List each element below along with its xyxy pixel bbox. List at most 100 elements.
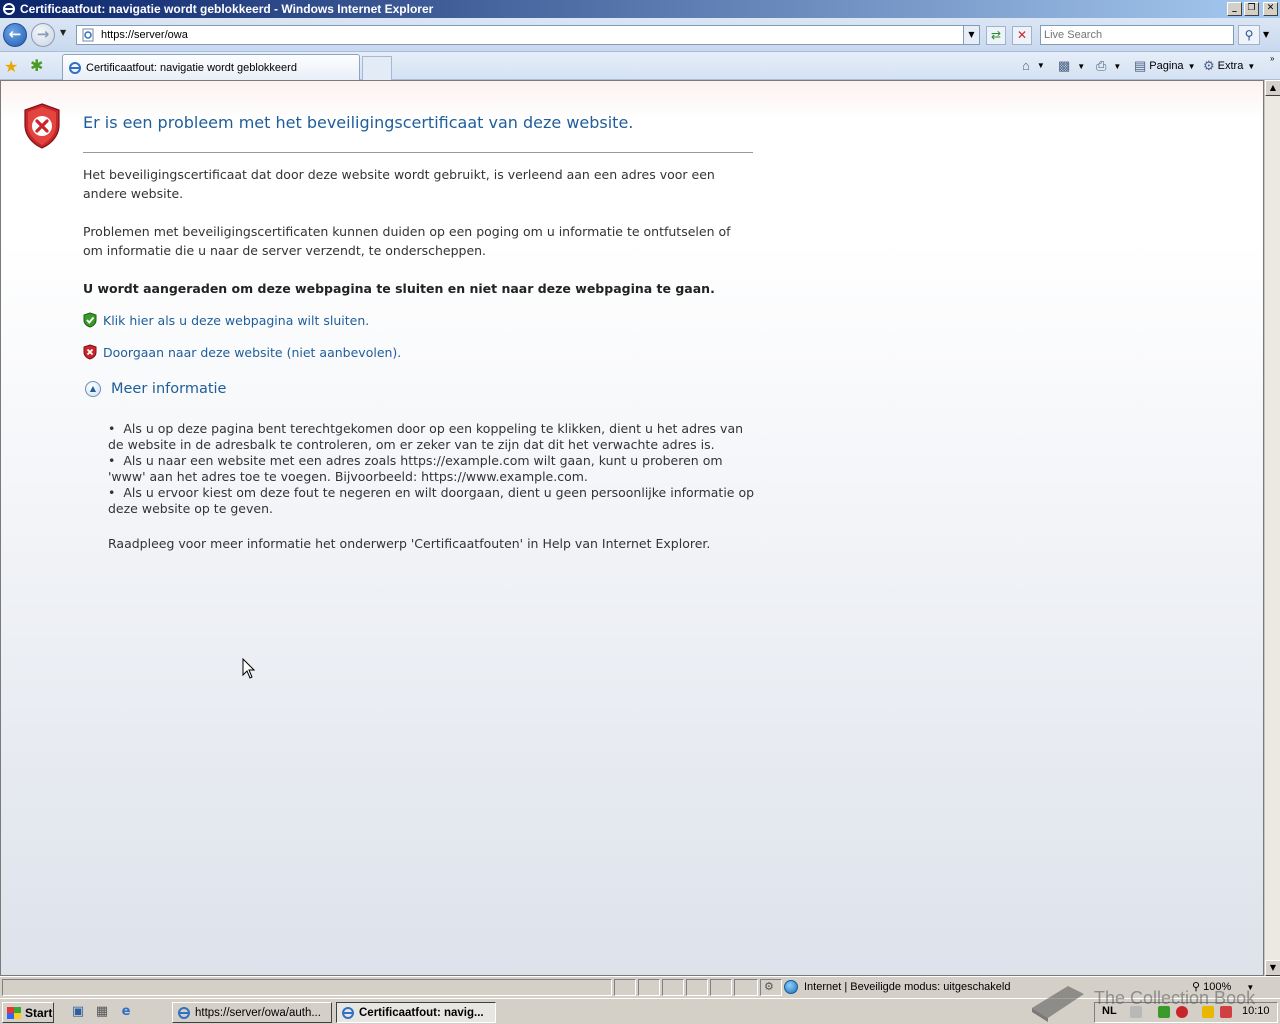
globe-icon [784,980,798,994]
close-window-button[interactable]: ✕ [1263,2,1278,16]
feeds-button[interactable]: ▩ ▼ [1058,58,1085,74]
risk-explanation-text: Problemen met beveiligingscertificaten k… [83,224,731,258]
scroll-down-icon[interactable]: ▼ [1265,960,1280,976]
taskbar-item-certificate-error[interactable]: Certificaatfout: navig... [336,1002,496,1023]
chevron-up-icon: ▲ [85,381,101,397]
printer-icon: ⎙ [1096,58,1107,73]
more-info-list: Als u op deze pagina bent terechtgekomen… [108,421,758,517]
alert-tray-icon[interactable] [1176,1006,1188,1018]
ie-quicklaunch-icon[interactable]: e [118,1004,134,1020]
tab-certificate-error[interactable]: Certificaatfout: navigatie wordt geblokk… [62,54,360,80]
mouse-cursor-icon [242,658,256,679]
list-item: Als u ervoor kiest om deze fout te neger… [108,485,758,517]
scroll-up-icon[interactable]: ▲ [1265,80,1280,96]
help-reference-text: Raadpleeg voor meer informatie het onder… [108,536,711,551]
minimize-button[interactable]: _ [1227,2,1242,16]
volume-tray-icon[interactable] [1220,1006,1232,1018]
window-title: Certificaatfout: navigatie wordt geblokk… [20,2,434,16]
page-menu-icon: ▤ [1134,58,1147,73]
tools-menu-label: Extra [1217,60,1244,72]
navigation-bar: ← → ▼ ▼ ⇄ ✕ ⚲ ▼ [0,18,1280,52]
home-button[interactable]: ⌂ ▼ [1022,58,1045,73]
more-info-label: Meer informatie [111,381,227,397]
page-content: Er is een probleem met het beveiligingsc… [0,80,1264,976]
close-page-link[interactable]: Klik hier als u deze webpagina wilt slui… [103,313,369,328]
security-zone-text: Internet | Beveiligde modus: uitgeschake… [804,981,1011,993]
security-zone[interactable]: Internet | Beveiligde modus: uitgeschake… [784,980,1010,994]
page-icon [82,28,94,42]
window-title-bar[interactable]: Certificaatfout: navigatie wordt geblokk… [0,0,1280,18]
tab-label: Certificaatfout: navigatie wordt geblokk… [86,61,297,74]
continue-to-website-link[interactable]: Doorgaan naar deze website (niet aanbevo… [103,345,401,360]
stop-icon[interactable]: ✕ [1012,26,1032,45]
zoom-level[interactable]: ⚲ 100% ▼ [1192,980,1254,993]
zoom-value: 100% [1203,981,1232,993]
start-button[interactable]: Start [2,1002,54,1023]
rss-feed-icon: ▩ [1058,58,1071,73]
tools-menu-button[interactable]: ⚙ Extra ▼ [1203,58,1255,74]
ie-page-icon [342,1006,354,1019]
network-tray-icon[interactable] [1202,1006,1214,1018]
status-cell [686,979,708,996]
list-item: Als u naar een website met een adres zoa… [108,453,758,485]
url-input[interactable] [101,29,961,41]
page-menu-label: Pagina [1149,60,1184,72]
search-box[interactable] [1040,25,1234,45]
red-shield-x-icon [83,344,97,360]
forward-button[interactable]: → [31,23,55,47]
taskbar-item-owa[interactable]: https://server/owa/auth... [172,1002,332,1023]
refresh-icon[interactable]: ⇄ [986,26,1006,45]
clock[interactable]: 10:10 [1242,1005,1270,1017]
search-options-dropdown-icon[interactable]: ▼ [1263,30,1269,39]
back-button[interactable]: ← [3,23,27,47]
vertical-scrollbar[interactable]: ▲ ▼ [1264,80,1280,976]
search-icon[interactable]: ⚲ [1238,25,1260,45]
taskbar: Start ▣ ▦ e https://server/owa/auth... C… [0,998,1280,1024]
security-tray-icon[interactable] [1158,1006,1170,1018]
restore-button[interactable]: ❐ [1244,2,1259,16]
status-cell [734,979,758,996]
favorites-star-icon[interactable]: ★ [4,57,18,76]
status-cell [614,979,636,996]
language-indicator[interactable]: NL [1102,1005,1117,1017]
print-button[interactable]: ⎙ ▼ [1096,58,1121,74]
taskbar-item-label: https://server/owa/auth... [195,1006,321,1019]
more-info-toggle[interactable]: ▲ Meer informatie [85,381,226,397]
close-page-link-row: Klik hier als u deze webpagina wilt slui… [83,312,369,328]
status-cell [638,979,660,996]
ie-logo-icon [3,3,15,15]
chevron-more-icon[interactable]: » [1266,54,1274,63]
add-favorites-icon[interactable]: ✱ [30,56,43,75]
new-tab-button[interactable] [362,56,392,80]
window-controls: _ ❐ ✕ [1227,2,1278,16]
zoom-icon: ⚲ [1192,981,1201,993]
ie-page-icon [69,61,81,74]
status-bar: ⚙ Internet | Beveiligde modus: uitgescha… [0,976,1280,998]
shield-error-icon [24,103,60,149]
start-label: Start [25,1005,53,1020]
show-desktop-icon[interactable]: ▣ [70,1004,86,1020]
title-divider [83,152,753,153]
zoom-dropdown-icon[interactable]: ▼ [1246,983,1254,992]
server-manager-icon[interactable]: ▦ [94,1004,110,1020]
recent-pages-dropdown[interactable]: ▼ [60,28,66,37]
address-dropdown-icon[interactable]: ▼ [963,26,979,44]
search-input[interactable] [1044,29,1230,41]
page-menu-button[interactable]: ▤ Pagina ▼ [1134,58,1195,74]
tab-bar: ★ ✱ Certificaatfout: navigatie wordt geb… [0,52,1280,80]
certificate-mismatch-text: Het beveiligingscertificaat dat door dez… [83,167,715,201]
home-icon: ⌂ [1022,58,1030,73]
status-cell [662,979,684,996]
status-text-cell [2,979,612,996]
gear-icon: ⚙ [1203,58,1215,73]
protected-mode-cell[interactable]: ⚙ [760,979,782,996]
keyboard-icon[interactable] [1130,1006,1142,1018]
green-shield-check-icon [83,312,97,328]
recommendation-text: U wordt aangeraden om deze webpagina te … [83,281,715,296]
windows-logo-icon [7,1006,21,1019]
taskbar-item-label: Certificaatfout: navig... [359,1006,484,1019]
list-item: Als u op deze pagina bent terechtgekomen… [108,421,758,453]
address-bar[interactable]: ▼ [76,25,980,45]
status-cell [710,979,732,996]
ie-page-icon [178,1006,190,1019]
